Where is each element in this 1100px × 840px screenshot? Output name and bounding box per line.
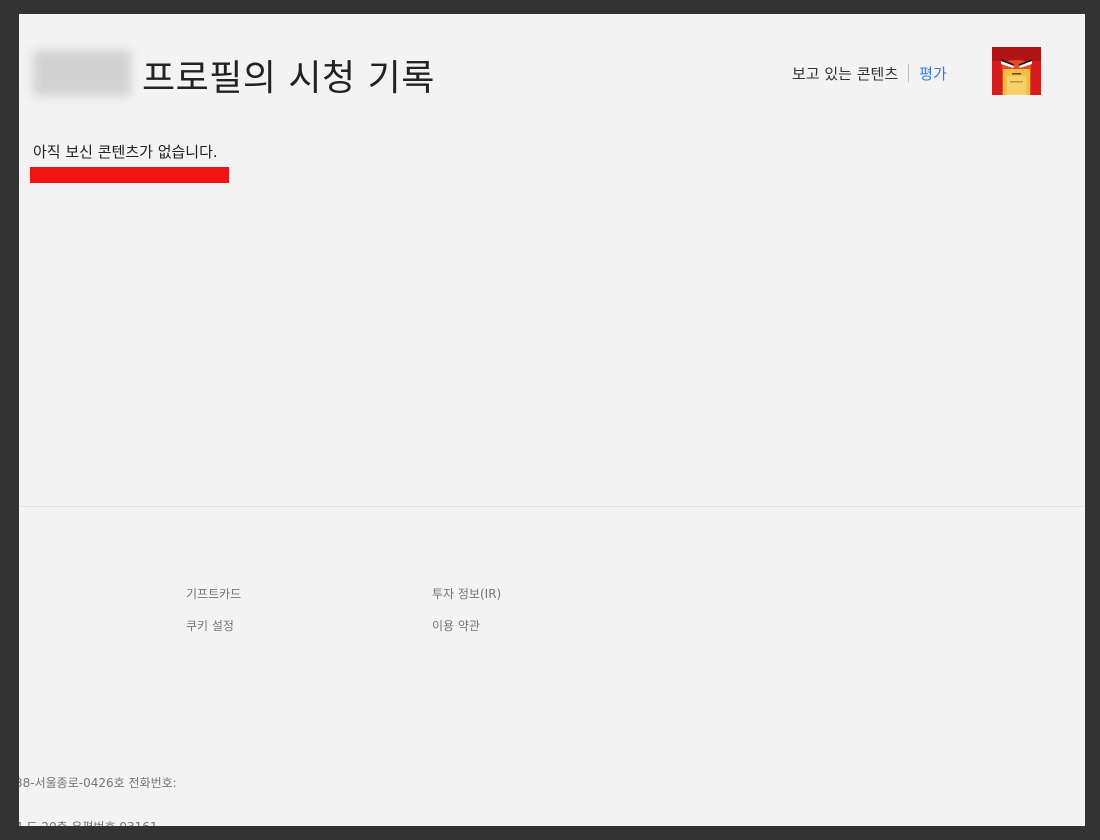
footer-divider: [19, 506, 1085, 507]
viewing-activity-page: 프로필의 시청 기록 보고 있는 콘텐츠 평가 아직 보신 콘텐츠가 없습니다.…: [19, 14, 1085, 826]
page-title: 프로필의 시청 기록: [142, 58, 435, 99]
redaction-bar: [30, 167, 229, 183]
footer-link-investor-relations[interactable]: 투자 정보(IR): [432, 585, 501, 602]
footer-link-terms-of-use[interactable]: 이용 약관: [432, 617, 480, 634]
footer-link-cookie-settings[interactable]: 쿠키 설정: [186, 617, 234, 634]
footer-address-line: 4 도 20층 우편번호 03161: [19, 818, 158, 826]
header-nav: 보고 있는 콘텐츠 평가: [792, 63, 947, 83]
nav-watching-link[interactable]: 보고 있는 콘텐츠: [792, 63, 898, 84]
footer-address-line: 38-서울종로-0426호 전화번호:: [19, 776, 177, 790]
nav-divider: [908, 64, 910, 82]
red-face-avatar-icon: [992, 47, 1041, 95]
profile-avatar[interactable]: [992, 47, 1041, 95]
nav-ratings-link[interactable]: 평가: [919, 63, 947, 84]
footer-link-gift-card[interactable]: 기프트카드: [186, 585, 241, 602]
blurred-profile-name: [33, 50, 131, 96]
empty-history-message: 아직 보신 콘텐츠가 없습니다.: [33, 143, 218, 161]
